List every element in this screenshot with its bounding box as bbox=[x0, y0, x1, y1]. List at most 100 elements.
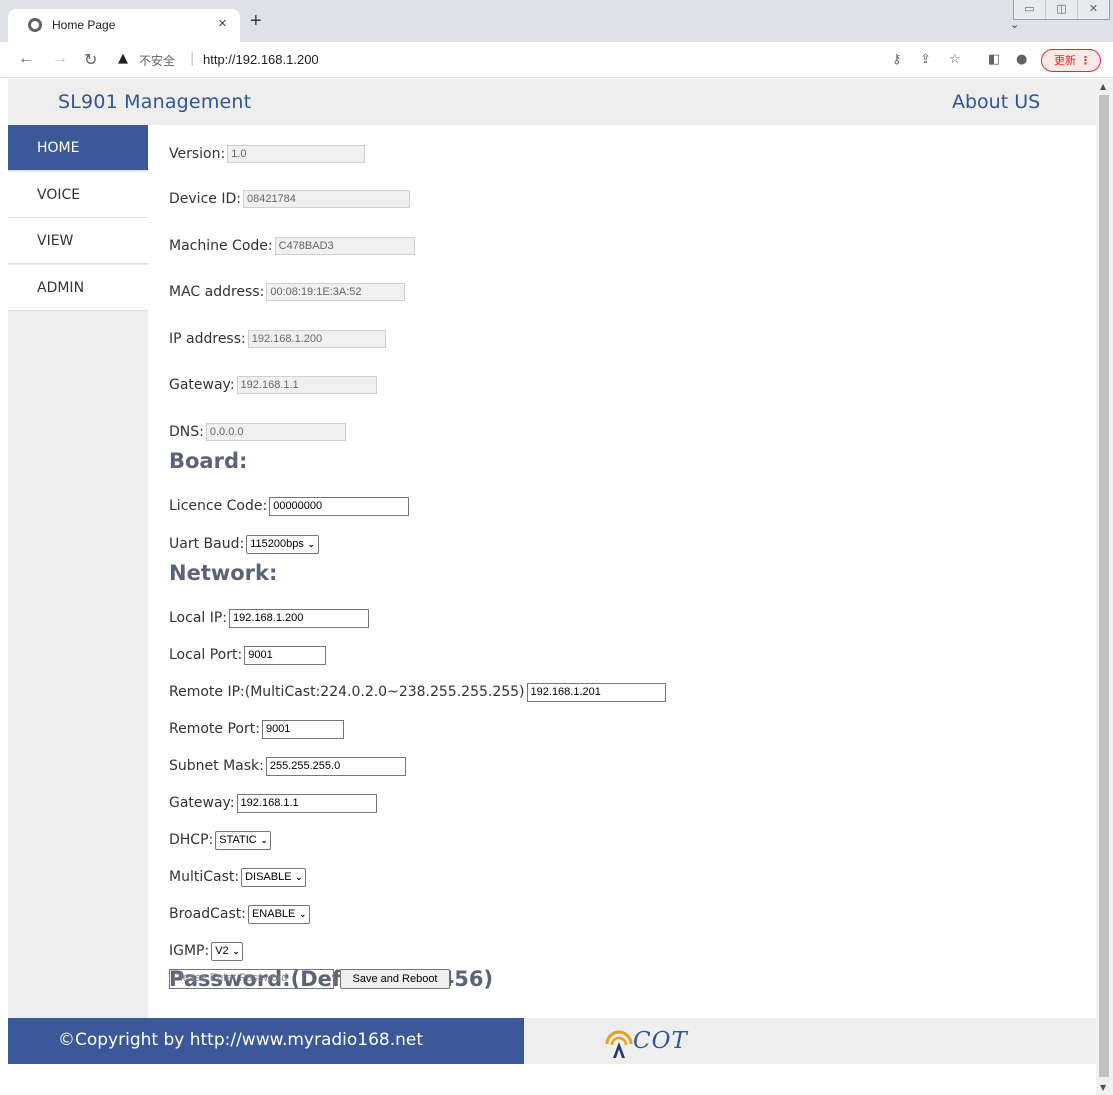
remote-port-input[interactable]: 9001 bbox=[261, 719, 344, 739]
subnet-row: Subnet Mask: 255.255.255.0 bbox=[169, 755, 406, 777]
local-port-row: Local Port: 9001 bbox=[169, 644, 327, 666]
multicast-label: MultiCast: bbox=[169, 869, 240, 885]
tab-close-button[interactable]: × bbox=[218, 15, 227, 32]
licence-input[interactable]: 00000000 bbox=[269, 496, 410, 516]
chevron-down-icon: ⌄ bbox=[295, 872, 303, 882]
mac-row: MAC address: 00:08:19:1E:3A:52 bbox=[169, 281, 406, 303]
version-label: Version: bbox=[169, 146, 226, 162]
address-bar[interactable]: ▲ 不安全 | http://192.168.1.200 bbox=[112, 47, 882, 73]
mac-field: 00:08:19:1E:3A:52 bbox=[266, 283, 406, 301]
chevron-down-icon: ⌄ bbox=[232, 946, 240, 956]
update-button[interactable]: 更新 ⋮ bbox=[1041, 49, 1101, 72]
side-panel-icon[interactable]: ◧ bbox=[988, 52, 1000, 67]
cot-logo-icon bbox=[605, 1030, 633, 1058]
page-scrollbar[interactable]: ▲ ▼ bbox=[1096, 79, 1113, 1095]
uart-select[interactable]: 115200bps ⌄ bbox=[246, 534, 319, 554]
net-gateway-row: Gateway: 192.168.1.1 bbox=[169, 792, 377, 814]
web-page: SL901 Management About US HOME VOICE VIE… bbox=[8, 79, 1096, 1091]
scroll-up-icon[interactable]: ▲ bbox=[1100, 82, 1106, 91]
copyright-text: ©Copyright by http://www.myradio168.net bbox=[8, 1018, 524, 1064]
restore-icon[interactable]: ◫ bbox=[1046, 0, 1078, 19]
new-tab-button[interactable]: + bbox=[250, 10, 262, 33]
save-and-reboot-button[interactable]: Save and Reboot bbox=[340, 969, 450, 989]
page-header: SL901 Management About US bbox=[8, 79, 1096, 125]
local-ip-input[interactable]: 192.168.1.200 bbox=[229, 608, 370, 628]
dhcp-row: DHCP: STATIC ⌄ bbox=[169, 829, 272, 851]
dns-row: DNS: 0.0.0.0 bbox=[169, 421, 346, 443]
window-controls: ▭ ◫ ✕ bbox=[1013, 0, 1110, 20]
sidebar: HOME VOICE VIEW ADMIN bbox=[8, 125, 148, 1018]
password-input[interactable]: Please Enter Password bbox=[169, 969, 334, 989]
broadcast-label: BroadCast: bbox=[169, 906, 246, 922]
igmp-select[interactable]: V2 ⌄ bbox=[211, 941, 244, 961]
browser-tab[interactable]: Home Page × bbox=[8, 9, 240, 42]
info-gateway-row: Gateway: 192.168.1.1 bbox=[169, 374, 377, 396]
igmp-value: V2 bbox=[215, 944, 229, 957]
subnet-label: Subnet Mask: bbox=[169, 758, 264, 774]
about-us-link[interactable]: About US bbox=[952, 91, 1040, 113]
close-window-icon[interactable]: ✕ bbox=[1078, 0, 1109, 19]
chevron-down-icon: ⌄ bbox=[299, 909, 307, 919]
forward-icon[interactable]: → bbox=[52, 50, 68, 68]
dns-field: 0.0.0.0 bbox=[205, 423, 346, 441]
url-text[interactable]: http://192.168.1.200 bbox=[203, 52, 319, 67]
profile-icon[interactable]: ● bbox=[1016, 52, 1027, 67]
local-port-input[interactable]: 9001 bbox=[244, 645, 327, 665]
brand-title: SL901 Management bbox=[58, 91, 252, 113]
sidebar-item-home[interactable]: HOME bbox=[8, 125, 148, 171]
multicast-select[interactable]: DISABLE ⌄ bbox=[241, 867, 307, 887]
bookmark-star-icon[interactable]: ☆ bbox=[949, 52, 961, 67]
board-heading: Board: bbox=[169, 449, 248, 473]
ip-field: 192.168.1.200 bbox=[247, 330, 386, 348]
share-icon[interactable]: ⇪ bbox=[920, 52, 931, 67]
net-gateway-input[interactable]: 192.168.1.1 bbox=[236, 793, 377, 813]
broadcast-row: BroadCast: ENABLE ⌄ bbox=[169, 903, 311, 925]
info-gateway-field: 192.168.1.1 bbox=[236, 376, 377, 394]
chevron-down-icon: ⌄ bbox=[260, 835, 268, 845]
security-label[interactable]: 不安全 bbox=[139, 52, 175, 69]
sidebar-item-admin[interactable]: ADMIN bbox=[8, 265, 148, 311]
ip-label: IP address: bbox=[169, 331, 246, 347]
scroll-down-icon[interactable]: ▼ bbox=[1100, 1083, 1106, 1092]
ip-row: IP address: 192.168.1.200 bbox=[169, 328, 386, 350]
local-ip-row: Local IP: 192.168.1.200 bbox=[169, 607, 370, 629]
key-icon[interactable]: ⚷ bbox=[892, 52, 902, 67]
globe-icon bbox=[28, 18, 42, 32]
more-menu-icon: ⋮ bbox=[1080, 54, 1091, 67]
sidebar-item-view[interactable]: VIEW bbox=[8, 218, 148, 264]
broadcast-value: ENABLE bbox=[251, 907, 296, 920]
broadcast-select[interactable]: ENABLE ⌄ bbox=[247, 904, 311, 924]
igmp-label: IGMP: bbox=[169, 943, 210, 959]
multicast-value: DISABLE bbox=[245, 870, 292, 883]
browser-tab-bar: Home Page × + ⌄ ▭ ◫ ✕ bbox=[0, 0, 1113, 42]
remote-port-row: Remote Port: 9001 bbox=[169, 718, 344, 740]
device-id-label: Device ID: bbox=[169, 191, 241, 207]
minimize-icon[interactable]: ▭ bbox=[1014, 0, 1046, 19]
uart-value: 115200bps bbox=[250, 537, 304, 550]
network-heading: Network: bbox=[169, 561, 278, 585]
net-gateway-label: Gateway: bbox=[169, 795, 235, 811]
warning-icon[interactable]: ▲ bbox=[118, 51, 128, 66]
remote-port-label: Remote Port: bbox=[169, 721, 260, 737]
uart-label: Uart Baud: bbox=[169, 536, 245, 552]
cot-logo-text: COT bbox=[633, 1028, 688, 1054]
machine-code-field: C478BAD3 bbox=[274, 237, 415, 255]
url-separator: | bbox=[190, 51, 195, 66]
machine-code-row: Machine Code: C478BAD3 bbox=[169, 235, 415, 257]
page-footer: ©Copyright by http://www.myradio168.net … bbox=[8, 1018, 1096, 1064]
remote-ip-input[interactable]: 192.168.1.201 bbox=[526, 682, 666, 702]
remote-ip-label: Remote IP:(MultiCast:224.0.2.0~238.255.2… bbox=[169, 684, 525, 700]
chevron-down-icon: ⌄ bbox=[307, 539, 315, 549]
info-gateway-label: Gateway: bbox=[169, 377, 235, 393]
scroll-thumb[interactable] bbox=[1099, 95, 1109, 1077]
version-field: 1.0 bbox=[227, 145, 366, 163]
mac-label: MAC address: bbox=[169, 284, 265, 300]
back-icon[interactable]: ← bbox=[18, 50, 34, 68]
reload-icon[interactable]: ↻ bbox=[84, 50, 97, 70]
update-label: 更新 bbox=[1054, 54, 1076, 67]
dhcp-select[interactable]: STATIC ⌄ bbox=[215, 830, 272, 850]
subnet-input[interactable]: 255.255.255.0 bbox=[265, 756, 406, 776]
machine-code-label: Machine Code: bbox=[169, 238, 273, 254]
sidebar-item-voice[interactable]: VOICE bbox=[8, 172, 148, 218]
dns-label: DNS: bbox=[169, 424, 204, 440]
